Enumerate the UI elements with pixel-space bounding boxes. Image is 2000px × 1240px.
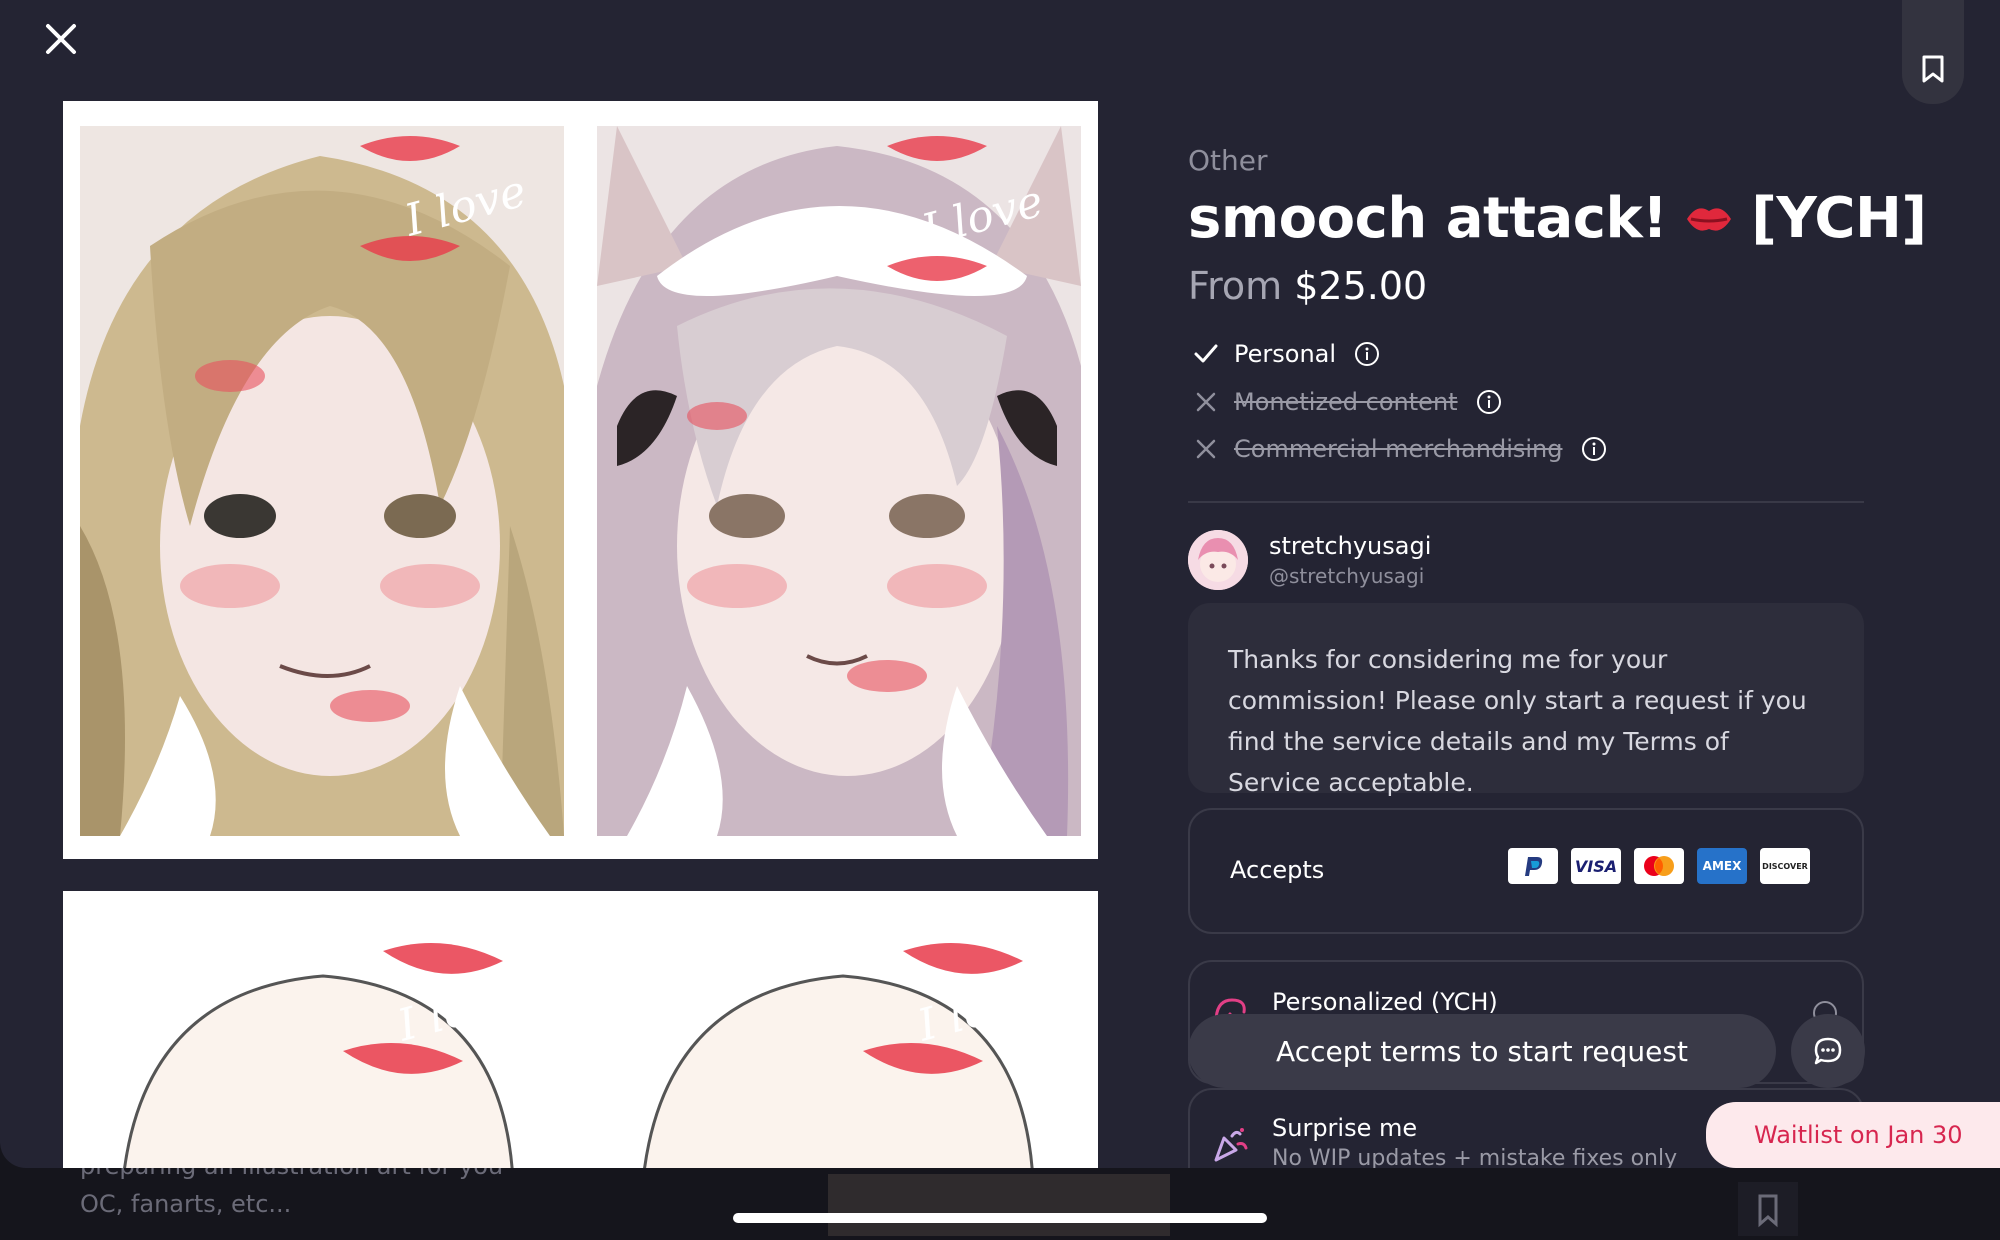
kiss-mark-icon [1687,207,1732,231]
usage-right-monetized: Monetized content [1192,388,1502,416]
close-icon[interactable] [36,14,86,64]
artist-name[interactable]: stretchyusagi [1269,532,1431,560]
listing-title: smooch attack! [1188,186,1668,251]
listing-price: From $25.00 [1188,264,1427,308]
info-icon[interactable] [1581,436,1607,462]
chat-button[interactable] [1791,1014,1865,1088]
usage-right-label: Commercial merchandising [1234,435,1563,463]
info-icon[interactable] [1354,341,1380,367]
option-title: Personalized (YCH) [1272,988,1498,1016]
listing-title-suffix: [YCH] [1751,186,1927,251]
check-icon [1194,344,1218,363]
welcome-message: Thanks for considering me for your commi… [1228,645,1807,797]
artwork-panel-maid: I love [597,126,1081,836]
usage-right-commercial: Commercial merchandising [1192,435,1607,463]
background-thumbnail [828,1174,1170,1236]
artist-handle: @stretchyusagi [1269,564,1425,588]
listing-category: Other [1188,144,1268,177]
usage-right-label: Personal [1234,340,1337,368]
artwork-panel-base: I love I love [63,891,1098,1168]
payment-methods-box: Accepts VISA AMEX DISCOVER [1188,808,1864,934]
amex-icon: AMEX [1697,848,1747,884]
background-bookmark-icon [1738,1182,1798,1236]
avatar[interactable] [1188,530,1248,590]
waitlist-badge[interactable]: Waitlist on Jan 30 [1706,1102,2000,1168]
info-icon[interactable] [1476,389,1502,415]
start-request-button[interactable]: Accept terms to start request [1188,1014,1776,1088]
background-description-line: OC, fanarts, etc... [80,1190,292,1218]
mastercard-icon [1634,848,1684,884]
bookmark-button[interactable] [1902,0,1964,104]
visa-icon: VISA [1571,848,1621,884]
commission-modal: I love I love I love I love Other smooch… [0,0,2000,1168]
x-icon [1196,439,1216,459]
artwork-panel-blonde: I love [80,126,564,836]
option-subtitle: No WIP updates + mistake fixes only [1272,1146,1678,1168]
paypal-icon [1508,848,1558,884]
home-indicator[interactable] [733,1213,1267,1223]
gallery-image[interactable]: I love I love [63,101,1098,859]
usage-right-label: Monetized content [1234,388,1458,416]
discover-icon: DISCOVER [1760,848,1810,884]
bookmark-icon [1922,55,1944,83]
chat-icon [1814,1037,1842,1065]
party-popper-icon [1214,1128,1248,1162]
accepts-label: Accepts [1230,856,1325,884]
x-icon [1196,392,1216,412]
price-prefix: From [1188,264,1283,308]
listing-title-row: smooch attack! [YCH] [1188,186,1927,251]
option-title: Surprise me [1272,1114,1418,1142]
gallery-image[interactable]: I love I love [63,891,1098,1168]
welcome-message-box: Thanks for considering me for your commi… [1188,603,1864,797]
usage-right-personal: Personal [1192,340,1380,368]
price-value: $25.00 [1294,264,1428,308]
section-divider [1188,501,1864,503]
